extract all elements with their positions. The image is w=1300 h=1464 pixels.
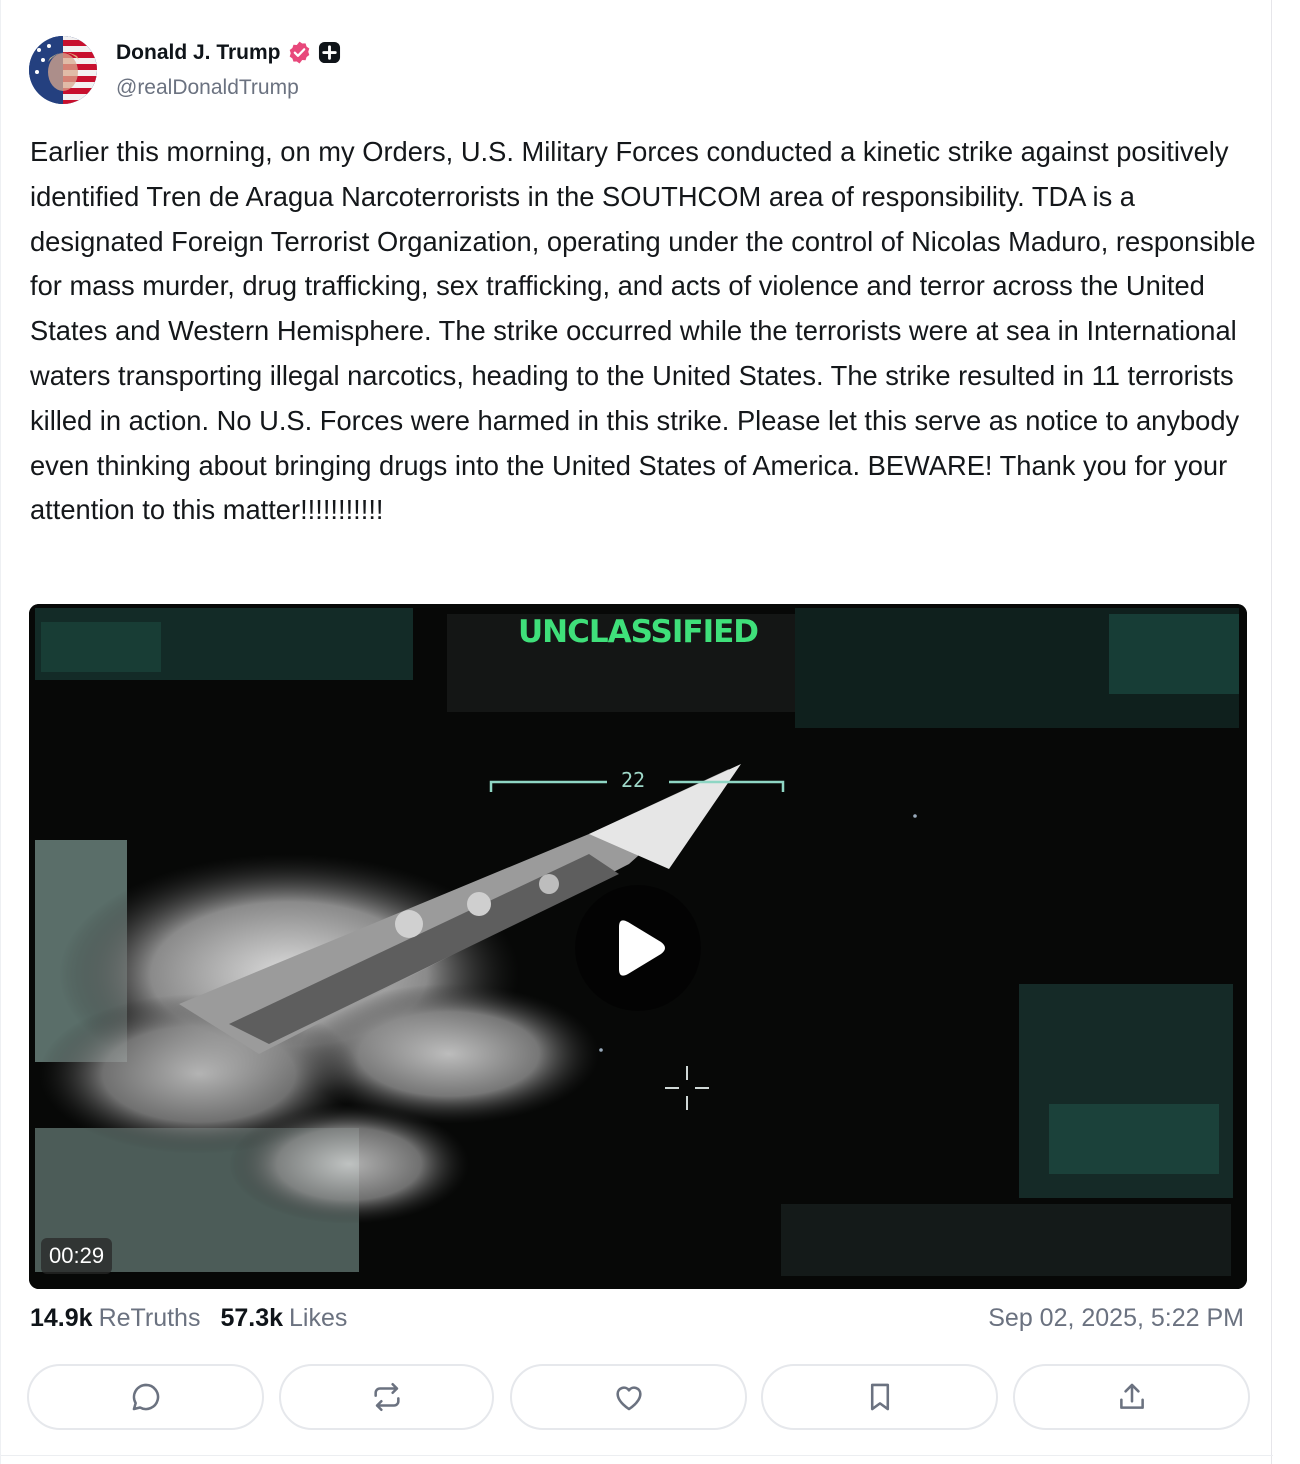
verified-badge-icon (289, 41, 309, 64)
bottom-divider (1, 1455, 1273, 1456)
bookmark-button[interactable] (761, 1364, 998, 1430)
likes-stat[interactable]: 57.3k Likes (220, 1304, 347, 1333)
avatar[interactable] (29, 36, 97, 104)
retruths-label: ReTruths (98, 1304, 201, 1332)
like-icon (615, 1386, 642, 1411)
share-icon (1119, 1383, 1144, 1409)
reply-button[interactable] (27, 1364, 264, 1430)
video-player[interactable]: UNCLASSIFIED 22 00:29 (29, 604, 1247, 1289)
likes-label: Likes (289, 1304, 348, 1332)
retruth-icon (373, 1382, 400, 1412)
name-row: Donald J. Trump (116, 40, 341, 65)
likes-count: 57.3k (220, 1304, 284, 1332)
reply-icon (132, 1383, 159, 1411)
like-button[interactable] (510, 1364, 747, 1430)
reticle-range-label: 22 (621, 768, 646, 792)
play-button[interactable] (575, 885, 701, 1011)
share-button[interactable] (1013, 1364, 1250, 1430)
post-card: Donald J. Trump @realDonaldTrump Earlier… (0, 0, 1273, 1464)
play-icon (619, 920, 665, 976)
user-handle[interactable]: @realDonaldTrump (116, 76, 299, 100)
truth-plus-icon (318, 41, 340, 64)
bookmark-icon (870, 1383, 889, 1411)
video-duration: 00:29 (41, 1238, 113, 1274)
engagement-stats: 14.9k ReTruths 57.3k Likes (30, 1304, 367, 1333)
avatar-image (29, 36, 97, 104)
display-name[interactable]: Donald J. Trump (116, 41, 281, 65)
retruths-count: 14.9k (30, 1304, 93, 1332)
post-body-text: Earlier this morning, on my Orders, U.S.… (30, 136, 1256, 526)
classification-label: UNCLASSIFIED (517, 614, 759, 650)
retruth-button[interactable] (279, 1364, 494, 1430)
retruths-stat[interactable]: 14.9k ReTruths (30, 1304, 200, 1333)
post-timestamp[interactable]: Sep 02, 2025, 5:22 PM (988, 1304, 1244, 1333)
